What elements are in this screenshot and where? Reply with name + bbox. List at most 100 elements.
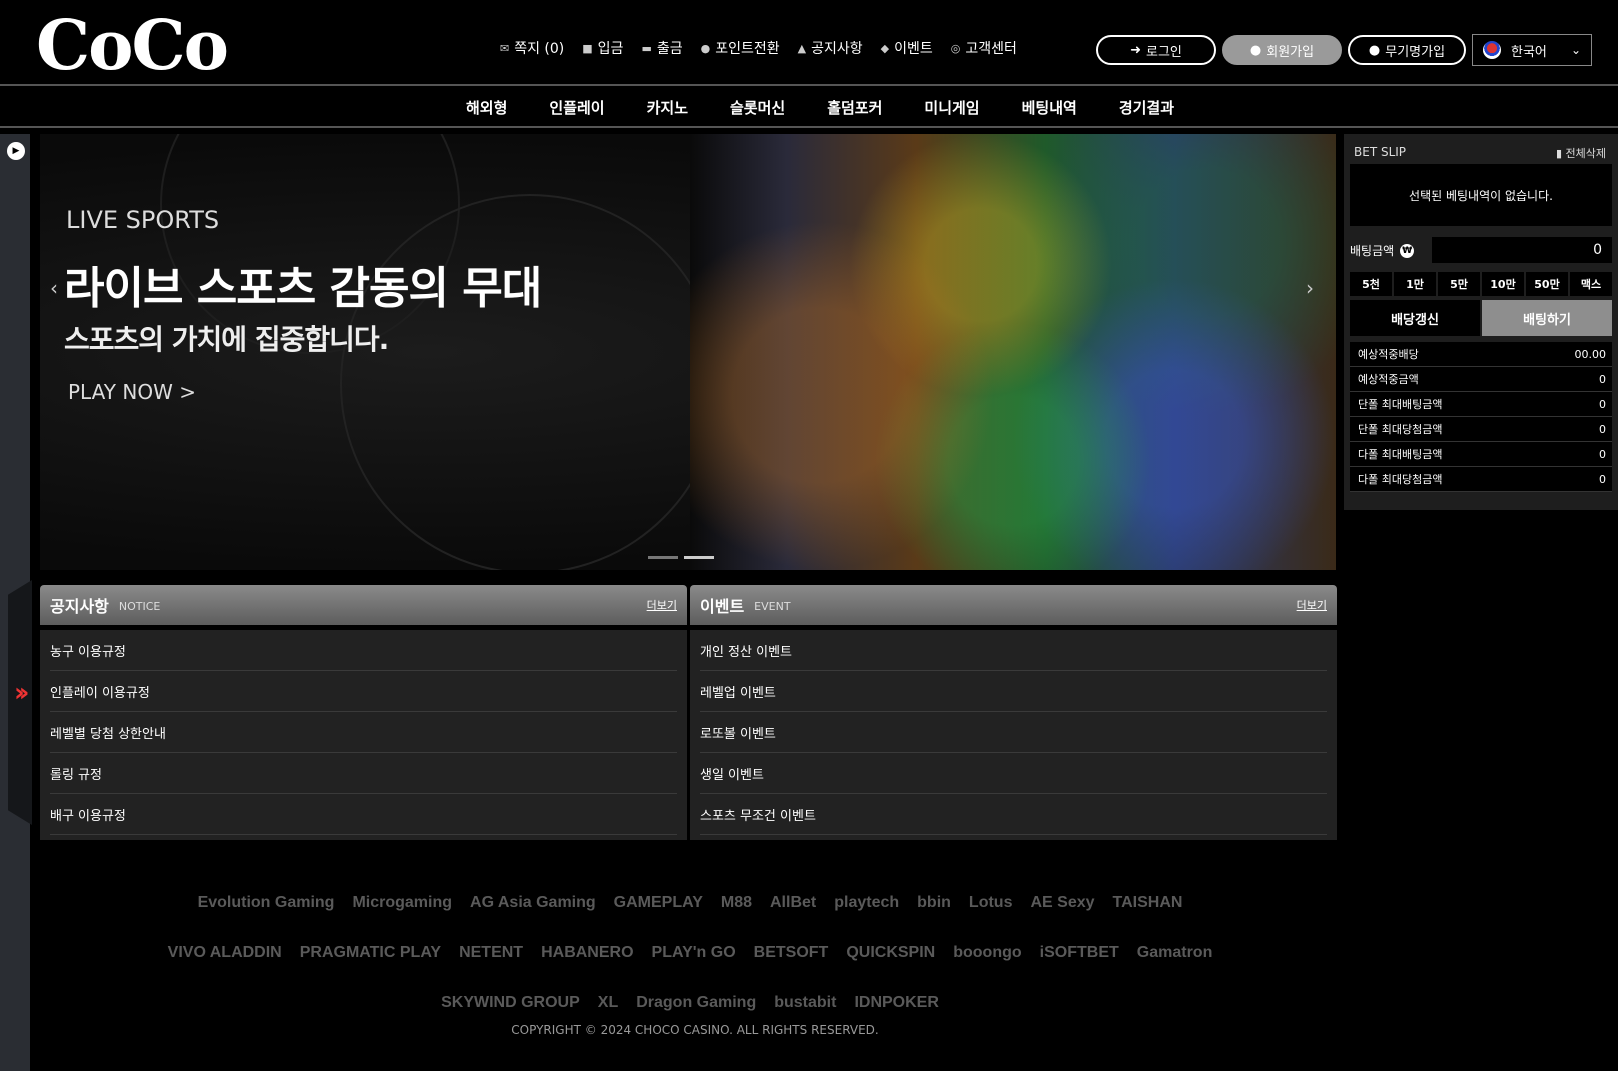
double-chevron-right-icon[interactable]: ›› bbox=[14, 678, 30, 708]
summary-value: 0 bbox=[1599, 472, 1606, 486]
provider-logo: Dragon Gaming bbox=[636, 994, 757, 1011]
list-item[interactable]: 레벨업 이벤트 bbox=[700, 671, 1327, 712]
summary-label: 다폴 최대당첨금액 bbox=[1358, 473, 1443, 486]
language-select[interactable]: 한국어 ⌄ bbox=[1472, 34, 1592, 66]
hero-banner[interactable]: LIVE SPORTS ‹ 라이브 스포츠 감동의 무대 스포츠의 가치에 집중… bbox=[40, 134, 1336, 570]
summary-value: 00.00 bbox=[1574, 347, 1607, 361]
summary-label: 단폴 최대배팅금액 bbox=[1358, 398, 1443, 411]
tab-overseas[interactable]: 해외형 bbox=[445, 97, 528, 118]
summary-label: 예상적중배당 bbox=[1358, 348, 1419, 361]
chevron-left-icon[interactable]: ‹ bbox=[50, 276, 58, 300]
tab-minigame[interactable]: 미니게임 bbox=[903, 97, 1000, 118]
summary-row: 예상적중배당 00.00 bbox=[1350, 342, 1612, 367]
summary-row: 예상적중금액 0 bbox=[1350, 367, 1612, 392]
anonymous-signup-button[interactable]: ● 무기명가입 bbox=[1348, 35, 1466, 65]
bet-amount-input[interactable] bbox=[1432, 237, 1612, 263]
provider-logo: AG Asia Gaming bbox=[470, 894, 596, 911]
site-logo[interactable]: CoCo bbox=[36, 6, 229, 86]
tab-slot[interactable]: 슬롯머신 bbox=[709, 97, 806, 118]
chip-5k[interactable]: 5천 bbox=[1350, 272, 1392, 296]
nav-withdraw-label: 출금 bbox=[656, 41, 683, 57]
clear-all-button[interactable]: ▮ 전체삭제 bbox=[1556, 145, 1606, 161]
chevron-right-icon[interactable]: › bbox=[1306, 276, 1314, 300]
nav-messages[interactable]: ✉ 쪽지 (0) bbox=[500, 38, 564, 58]
nav-withdraw[interactable]: ▬ 출금 bbox=[641, 38, 682, 58]
provider-logo: AE Sexy bbox=[1030, 894, 1095, 911]
summary-value: 0 bbox=[1599, 422, 1606, 436]
notice-more-link[interactable]: 더보기 bbox=[647, 597, 677, 613]
provider-logo: BETSOFT bbox=[753, 944, 829, 961]
cash-icon: ▬ bbox=[641, 41, 652, 55]
copyright: COPYRIGHT © 2024 CHOCO CASINO. ALL RIGHT… bbox=[511, 1023, 879, 1037]
nav-point-convert[interactable]: ● 포인트전환 bbox=[701, 38, 780, 58]
nav-deposit-label: 입금 bbox=[597, 41, 624, 57]
list-item[interactable]: 생일 이벤트 bbox=[700, 753, 1327, 794]
list-item[interactable]: 스포츠 무조건 이벤트 bbox=[700, 794, 1327, 835]
nav-notice[interactable]: ▲ 공지사항 bbox=[798, 38, 863, 58]
slider-dot[interactable] bbox=[648, 556, 678, 559]
event-header: 이벤트 EVENT 더보기 bbox=[690, 585, 1337, 625]
chevron-down-icon: ⌄ bbox=[1570, 43, 1581, 57]
summary-label: 다폴 최대배팅금액 bbox=[1358, 448, 1443, 461]
bet-amount-text: 배팅금액 bbox=[1350, 244, 1395, 258]
list-item[interactable]: 배구 이용규정 bbox=[50, 794, 677, 835]
provider-logo: M88 bbox=[720, 894, 752, 911]
nav-deposit[interactable]: ■ 입금 bbox=[582, 38, 623, 58]
list-item[interactable]: 개인 정산 이벤트 bbox=[700, 630, 1327, 671]
nav-point-label: 포인트전환 bbox=[715, 41, 780, 57]
provider-logo: booongo bbox=[953, 944, 1022, 961]
tab-holdem[interactable]: 홀덤포커 bbox=[806, 97, 903, 118]
bet-slip-title: BET SLIP bbox=[1354, 145, 1407, 159]
login-icon: ➜ bbox=[1130, 42, 1141, 58]
event-more-link[interactable]: 더보기 bbox=[1297, 597, 1327, 613]
banner-players-image bbox=[690, 134, 1336, 570]
header: CoCo ✉ 쪽지 (0) ■ 입금 ▬ 출금 ● 포인트전환 ▲ 공지사항 ◆ 이벤트 ◎… bbox=[0, 0, 1618, 86]
point-icon: ● bbox=[700, 41, 711, 55]
chip-10k[interactable]: 1만 bbox=[1394, 272, 1436, 296]
tab-casino[interactable]: 카지노 bbox=[626, 97, 709, 118]
won-icon: ₩ bbox=[1400, 243, 1415, 258]
list-item[interactable]: 로또볼 이벤트 bbox=[700, 712, 1327, 753]
tab-bet-history[interactable]: 베팅내역 bbox=[1001, 97, 1098, 118]
nav-messages-label: 쪽지 (0) bbox=[514, 41, 565, 57]
bet-amount-label: 배팅금액 ₩ bbox=[1350, 242, 1415, 259]
chip-max[interactable]: 맥스 bbox=[1570, 272, 1612, 296]
bet-slip-empty-message: 선택된 베팅내역이 없습니다. bbox=[1350, 164, 1612, 226]
banner-court-decoration bbox=[340, 194, 720, 570]
summary-row: 단폴 최대당첨금액 0 bbox=[1350, 417, 1612, 442]
place-bet-button[interactable]: 배팅하기 bbox=[1482, 300, 1612, 336]
headset-icon: ◎ bbox=[950, 41, 961, 55]
tab-inplay[interactable]: 인플레이 bbox=[528, 97, 625, 118]
list-item[interactable]: 인플레이 이용규정 bbox=[50, 671, 677, 712]
tab-results[interactable]: 경기결과 bbox=[1098, 97, 1195, 118]
slider-dot-active[interactable] bbox=[684, 556, 714, 559]
notice-header: 공지사항 NOTICE 더보기 bbox=[40, 585, 687, 625]
provider-logo: bbin bbox=[917, 894, 951, 911]
list-item[interactable]: 롤링 규정 bbox=[50, 753, 677, 794]
play-icon[interactable]: ▶ bbox=[7, 142, 25, 160]
amount-chips: 5천 1만 5만 10만 50만 맥스 bbox=[1350, 272, 1612, 296]
list-item[interactable]: 레벨별 당첨 상한안내 bbox=[50, 712, 677, 753]
provider-logo: iSOFTBET bbox=[1039, 944, 1119, 961]
signup-button[interactable]: ● 회원가입 bbox=[1222, 35, 1342, 65]
provider-logo: XL bbox=[597, 994, 619, 1011]
nav-event[interactable]: ◆ 이벤트 bbox=[881, 38, 933, 58]
trash-icon: ▮ bbox=[1555, 147, 1566, 160]
provider-logo: VIVO ALADDIN bbox=[167, 944, 282, 961]
provider-logo: SKYWIND GROUP bbox=[441, 994, 580, 1011]
event-title-en: EVENT bbox=[754, 600, 791, 613]
chip-100k[interactable]: 10만 bbox=[1482, 272, 1524, 296]
chip-500k[interactable]: 50만 bbox=[1526, 272, 1568, 296]
summary-row: 다폴 최대당첨금액 0 bbox=[1350, 467, 1612, 492]
refresh-odds-button[interactable]: 배당갱신 bbox=[1350, 300, 1480, 336]
provider-logo: playtech bbox=[834, 894, 900, 911]
play-now-link[interactable]: PLAY NOW > bbox=[68, 380, 196, 404]
nav-support[interactable]: ◎ 고객센터 bbox=[951, 38, 1017, 58]
summary-label: 단폴 최대당첨금액 bbox=[1358, 423, 1443, 436]
chip-50k[interactable]: 5만 bbox=[1438, 272, 1480, 296]
login-button[interactable]: ➜ 로그인 bbox=[1096, 35, 1216, 65]
provider-logo: Lotus bbox=[968, 894, 1013, 911]
bet-slip: BET SLIP ▮ 전체삭제 선택된 베팅내역이 없습니다. 배팅금액 ₩ 5천… bbox=[1344, 134, 1618, 510]
list-item[interactable]: 농구 이용규정 bbox=[50, 630, 677, 671]
provider-logo: Gamatron bbox=[1136, 944, 1213, 961]
